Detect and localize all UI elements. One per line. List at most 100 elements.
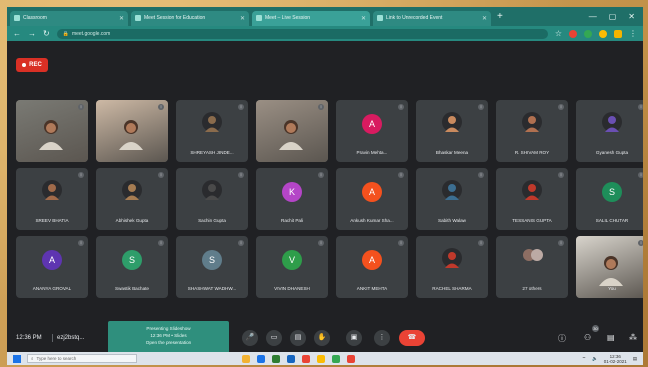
participant-tile[interactable]: ⁝ 27 others xyxy=(496,236,568,298)
taskbar-clock[interactable]: 12:36 01-02-2021 xyxy=(604,354,627,364)
participant-name: Sabith Walaw xyxy=(438,218,466,223)
taskbar-app-icon[interactable] xyxy=(317,354,325,363)
volume-icon[interactable]: 🔈 xyxy=(592,356,598,362)
avatar: A xyxy=(362,114,382,134)
browser-menu-icon[interactable]: ⋮ xyxy=(629,29,637,38)
participant-tile[interactable]: ⁝ xyxy=(256,100,328,162)
profile-photo xyxy=(202,180,222,202)
close-icon[interactable]: ✕ xyxy=(119,15,124,22)
network-icon[interactable]: ⌔ xyxy=(582,356,586,362)
participant-tile[interactable]: ⁝ RACHEL SHARMA xyxy=(416,236,488,298)
close-icon[interactable]: ✕ xyxy=(240,15,245,22)
activities-icon[interactable]: ⁂ xyxy=(629,333,637,342)
participant-name: Pravin Mehta... xyxy=(356,150,388,155)
participant-tile[interactable]: ⁝ Sabith Walaw xyxy=(416,168,488,230)
participant-tile[interactable]: ⁝ TESSANIS GUPTA xyxy=(496,168,568,230)
muted-mic-icon: ⁝ xyxy=(638,172,643,178)
close-window-icon[interactable]: ✕ xyxy=(628,12,635,21)
url-text: meet.google.com xyxy=(71,30,111,37)
chat-icon[interactable]: ▤ xyxy=(607,333,615,342)
participant-tile[interactable]: ⁝ xyxy=(16,100,88,162)
taskbar-app-icon[interactable] xyxy=(257,354,265,363)
participant-tile[interactable]: S ⁝ SHASHWAT WADHW... xyxy=(176,236,248,298)
participant-tile[interactable]: A ⁝ Ankush Kumar Sha... xyxy=(336,168,408,230)
muted-mic-icon: ⁝ xyxy=(238,240,244,246)
reload-icon[interactable]: ↻ xyxy=(43,29,50,38)
participant-tile[interactable]: A ⁝ ANKIT MEHTA xyxy=(336,236,408,298)
participant-tile[interactable]: A ⁝ Pravin Mehta... xyxy=(336,100,408,162)
taskbar-app-icon[interactable] xyxy=(302,354,310,363)
muted-mic-icon: ⁝ xyxy=(478,240,484,246)
divider xyxy=(52,334,53,342)
close-icon[interactable]: ✕ xyxy=(361,15,366,22)
minimize-icon[interactable]: — xyxy=(589,12,597,21)
participant-tile[interactable]: S ⁝ Swastik Bachate xyxy=(96,236,168,298)
camera-icon: ▭ xyxy=(270,334,278,341)
muted-mic-icon: ⁝ xyxy=(78,104,84,110)
participant-tile[interactable]: ⁝ Sachin Gupta xyxy=(176,168,248,230)
participant-tile[interactable]: ⁝ Gyanesh Gupta xyxy=(576,100,643,162)
forward-icon[interactable]: → xyxy=(28,29,36,38)
muted-mic-icon: ⁝ xyxy=(158,172,164,178)
muted-mic-icon: ⁝ xyxy=(398,104,404,110)
participant-tile[interactable]: ⁝ SREEV BHATIA xyxy=(16,168,88,230)
tab-favicon-icon xyxy=(256,15,262,21)
record-dot-icon xyxy=(22,63,27,67)
more-icon: ⋮ xyxy=(378,334,386,341)
browser-tab[interactable]: Link to Unrecorded Event ✕ xyxy=(373,10,491,26)
participant-tile[interactable]: S ⁝ SALIL CHUTAR xyxy=(576,168,643,230)
extension-icon[interactable] xyxy=(599,29,607,38)
participant-tile[interactable]: ⁝ R. SHIVAM ROY xyxy=(496,100,568,162)
present-button[interactable]: ▣ xyxy=(346,330,362,346)
back-icon[interactable]: ← xyxy=(13,29,21,38)
close-icon[interactable]: ✕ xyxy=(482,15,487,22)
browser-tab-active[interactable]: Meet – Live Session ✕ xyxy=(252,10,370,26)
people-icon[interactable]: ⚇ xyxy=(584,333,591,342)
participant-tile[interactable]: ⁝ SHREYASH JINDE... xyxy=(176,100,248,162)
profile-avatar[interactable] xyxy=(614,29,622,38)
people-count-badge: 30 xyxy=(592,325,599,332)
browser-tab[interactable]: Classroom ✕ xyxy=(10,10,128,26)
url-field[interactable]: 🔒 meet.google.com xyxy=(56,28,548,39)
taskbar-app-icon[interactable] xyxy=(287,354,295,363)
muted-mic-icon: ⁝ xyxy=(398,240,404,246)
participant-tile[interactable]: ⁝ Bhaskar Meena xyxy=(416,100,488,162)
muted-mic-icon: ⁝ xyxy=(638,240,643,246)
participant-tile[interactable]: ⁝ xyxy=(96,100,168,162)
extension-icon[interactable] xyxy=(584,29,592,38)
raise-hand-button[interactable]: ✋ xyxy=(314,330,330,346)
taskbar-app-icon[interactable] xyxy=(332,354,340,363)
search-icon: ⌕ xyxy=(31,356,34,361)
windows-start-icon[interactable] xyxy=(13,354,21,363)
leave-call-button[interactable]: ☎ xyxy=(399,330,425,346)
more-options-button[interactable]: ⋮ xyxy=(374,330,390,346)
participant-name: ANKIT MEHTA xyxy=(356,286,388,291)
participant-name: SHREYASH JINDE... xyxy=(190,150,234,155)
notifications-icon[interactable]: ▤ xyxy=(633,356,637,362)
taskbar-app-icon[interactable] xyxy=(242,354,250,363)
browser-tab[interactable]: Meet Session for Education ✕ xyxy=(131,10,249,26)
notification-line: Open the presentation xyxy=(145,340,192,345)
tab-title: Meet Session for Education xyxy=(144,15,206,21)
tab-title: Classroom xyxy=(23,15,47,21)
taskbar-app-icon[interactable] xyxy=(272,354,280,363)
taskbar-search[interactable]: ⌕ Type here to search xyxy=(27,354,137,363)
bookmark-star-icon[interactable]: ☆ xyxy=(555,29,562,38)
profile-photo xyxy=(602,112,622,134)
participant-tile[interactable]: ⁝ You xyxy=(576,236,643,298)
captions-button[interactable]: ▤ xyxy=(290,330,306,346)
participant-tile[interactable]: K ⁝ Rachit Pali xyxy=(256,168,328,230)
participant-tile[interactable]: A ⁝ ANANYA GROVAL xyxy=(16,236,88,298)
new-tab-button[interactable]: + xyxy=(497,11,503,22)
meeting-info-icon[interactable]: ⓘ xyxy=(558,333,566,344)
screen: Classroom ✕ Meet Session for Education ✕… xyxy=(7,7,643,365)
extension-icon[interactable] xyxy=(569,29,577,38)
camera-button[interactable]: ▭ xyxy=(266,330,282,346)
microphone-button[interactable]: 🎤 xyxy=(242,330,258,346)
participant-tile[interactable]: V ⁝ VIVIN DHANESH xyxy=(256,236,328,298)
taskbar-apps xyxy=(242,354,355,363)
maximize-icon[interactable]: ▢ xyxy=(609,12,617,21)
avatar: K xyxy=(282,182,302,202)
taskbar-app-icon[interactable] xyxy=(347,354,355,363)
participant-tile[interactable]: ⁝ Abhishek Gupta xyxy=(96,168,168,230)
